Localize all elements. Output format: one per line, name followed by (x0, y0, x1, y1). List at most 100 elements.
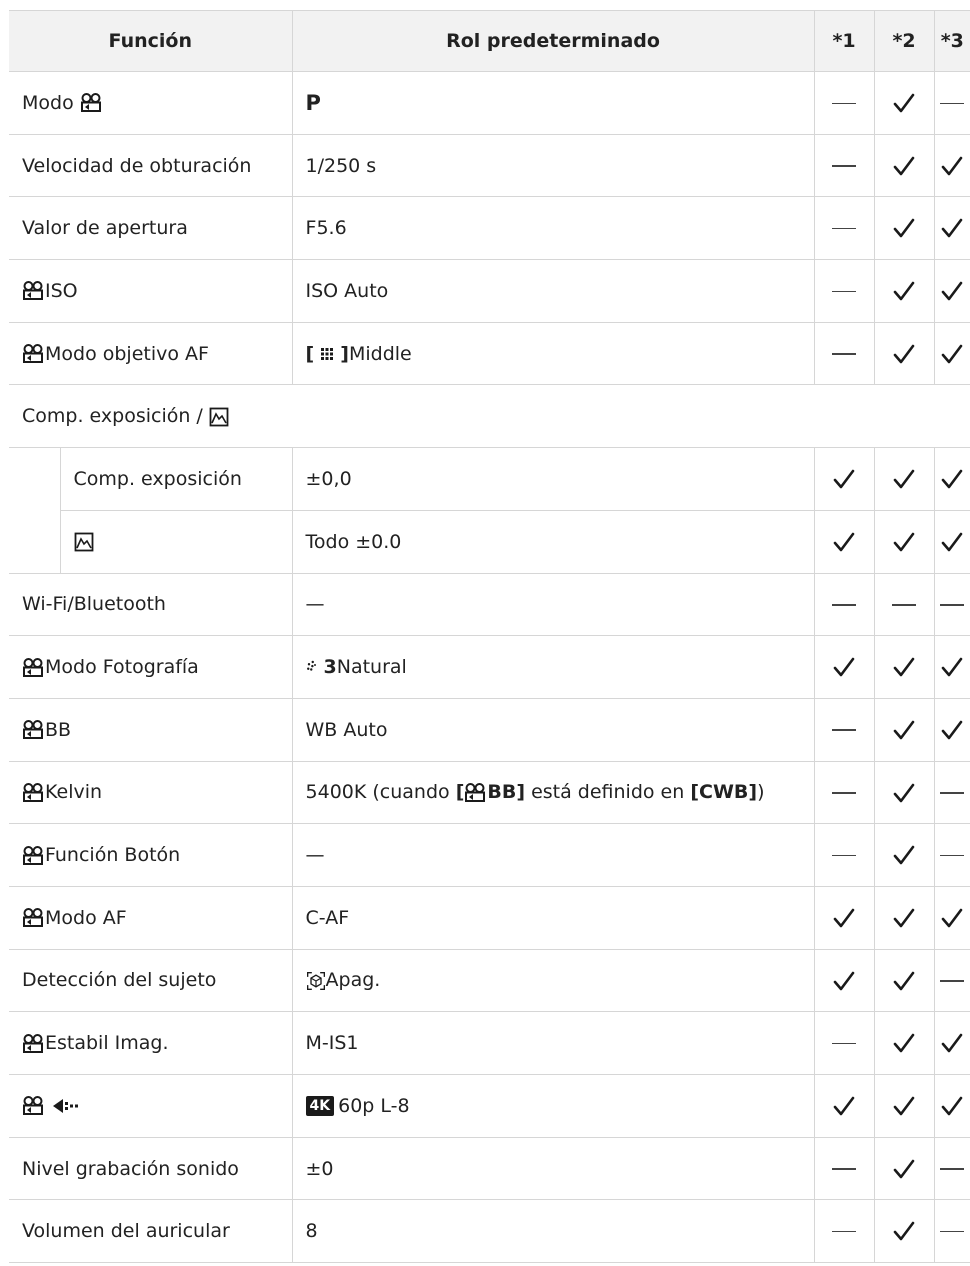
mark-c1 (813, 885, 875, 950)
table-row: Comp. exposición ±0,0 (9, 447, 970, 574)
check-icon (893, 844, 915, 866)
indent-cell (9, 447, 61, 574)
rol-cell: 1/250 s (291, 133, 815, 198)
mark-c1 (813, 572, 875, 637)
funcion-cell: Velocidad de obturación (9, 133, 293, 198)
rol-cell: ±0,0 (291, 447, 815, 511)
check-icon (893, 468, 915, 490)
mark-c1 (813, 133, 875, 198)
rol-cell: Todo ±0.0 (291, 509, 815, 574)
table-row: Velocidad de obturación 1/250 s (9, 133, 970, 198)
mark-c2 (873, 823, 935, 887)
check-icon (833, 1095, 855, 1117)
rol-cell: ISO Auto (291, 259, 815, 323)
funcion-cell: ISO (9, 259, 293, 323)
mark-c3 (933, 823, 970, 887)
header-rol: Rol predeterminado (291, 10, 815, 72)
check-icon (893, 1095, 915, 1117)
rol-cell: ±0 (291, 1136, 815, 1201)
dash-icon (832, 1042, 857, 1045)
dash-icon (940, 854, 965, 857)
funcion-cell: Modo (9, 71, 293, 135)
check-icon (833, 970, 855, 992)
check-icon (893, 1032, 915, 1054)
check-icon (893, 782, 915, 804)
dash-icon (832, 729, 857, 731)
mark-c1 (813, 1074, 875, 1138)
movie-icon (22, 1096, 44, 1116)
rol-cell: 8 (291, 1199, 815, 1264)
check-icon (941, 531, 963, 553)
bracket-right: ] (340, 342, 349, 365)
funcion-cell: Función Botón (9, 823, 293, 887)
mark-c3 (933, 259, 970, 323)
mark-c3 (933, 71, 970, 135)
check-icon (893, 155, 915, 177)
rol-cell: C-AF (291, 885, 815, 950)
mark-c3 (933, 635, 970, 699)
mark-c3 (933, 572, 970, 637)
funcion-label: Modo objetivo AF (45, 342, 209, 365)
funcion-cell: Detección del sujeto (9, 948, 293, 1013)
mark-c2 (873, 1011, 935, 1075)
mark-c2 (873, 1136, 935, 1201)
mark-c3 (933, 948, 970, 1013)
table-row: Wi-Fi/Bluetooth — (9, 572, 970, 637)
mark-c1 (813, 1136, 875, 1201)
dash-icon (832, 1168, 857, 1170)
funcion-label: Función Botón (45, 844, 181, 867)
mark-c3 (933, 196, 970, 261)
mark-c3 (933, 760, 970, 825)
funcion-cell: Estabil Imag. (9, 1011, 293, 1075)
funcion-label: Modo (22, 91, 74, 114)
movie-icon (22, 281, 44, 301)
dash-icon (940, 792, 965, 794)
mark-c1 (813, 447, 875, 511)
mark-c2 (873, 760, 935, 825)
mark-c3 (933, 1199, 970, 1264)
check-icon (893, 531, 915, 553)
rol-value: P (305, 90, 321, 115)
rol-text-d: está definido en (525, 781, 691, 804)
movie-icon (80, 93, 102, 113)
funcion-label: BB (45, 718, 72, 741)
check-icon (941, 155, 963, 177)
mark-c2 (873, 697, 935, 762)
histogram-icon (209, 407, 229, 427)
rol-cell: M-IS1 (291, 1011, 815, 1075)
mark-c2 (873, 447, 935, 511)
mark-c2 (873, 509, 935, 574)
check-icon (833, 656, 855, 678)
dash-icon (940, 1230, 965, 1233)
mark-c2 (873, 885, 935, 950)
funcion-cell: Kelvin (9, 760, 293, 825)
check-icon (893, 92, 915, 114)
check-icon (941, 656, 963, 678)
table-header-row: Función Rol predeterminado *1 *2 *3 (9, 10, 970, 72)
dash-icon (892, 604, 917, 606)
check-icon (941, 907, 963, 929)
4k-badge: 4K (305, 1096, 335, 1117)
rol-cell: — (291, 823, 815, 887)
funcion-label: Modo Fotografía (45, 656, 199, 679)
movie-icon (22, 1034, 44, 1054)
funcion-cell: Wi-Fi/Bluetooth (9, 572, 293, 637)
funcion-cell: Modo objetivo AF (9, 321, 293, 386)
dash-icon (832, 792, 857, 794)
mark-c2 (873, 71, 935, 135)
check-icon (941, 719, 963, 741)
check-icon (833, 468, 855, 490)
table-row: Modo Fotografía 3Natural (9, 635, 970, 699)
mark-c2 (873, 259, 935, 323)
funcion-cell (9, 1074, 293, 1138)
mark-c1 (813, 1199, 875, 1264)
rol-cell: F5.6 (291, 196, 815, 261)
table-row: Volumen del auricular 8 (9, 1199, 970, 1264)
subject-detection-icon (306, 971, 326, 991)
table-row: Modo P (9, 71, 970, 135)
rol-text-e: [CWB] (690, 781, 758, 804)
movie-icon (22, 908, 44, 928)
image-quality-icon (51, 1096, 81, 1116)
table-row: Función Botón — (9, 823, 970, 887)
mark-c2 (873, 1074, 935, 1138)
